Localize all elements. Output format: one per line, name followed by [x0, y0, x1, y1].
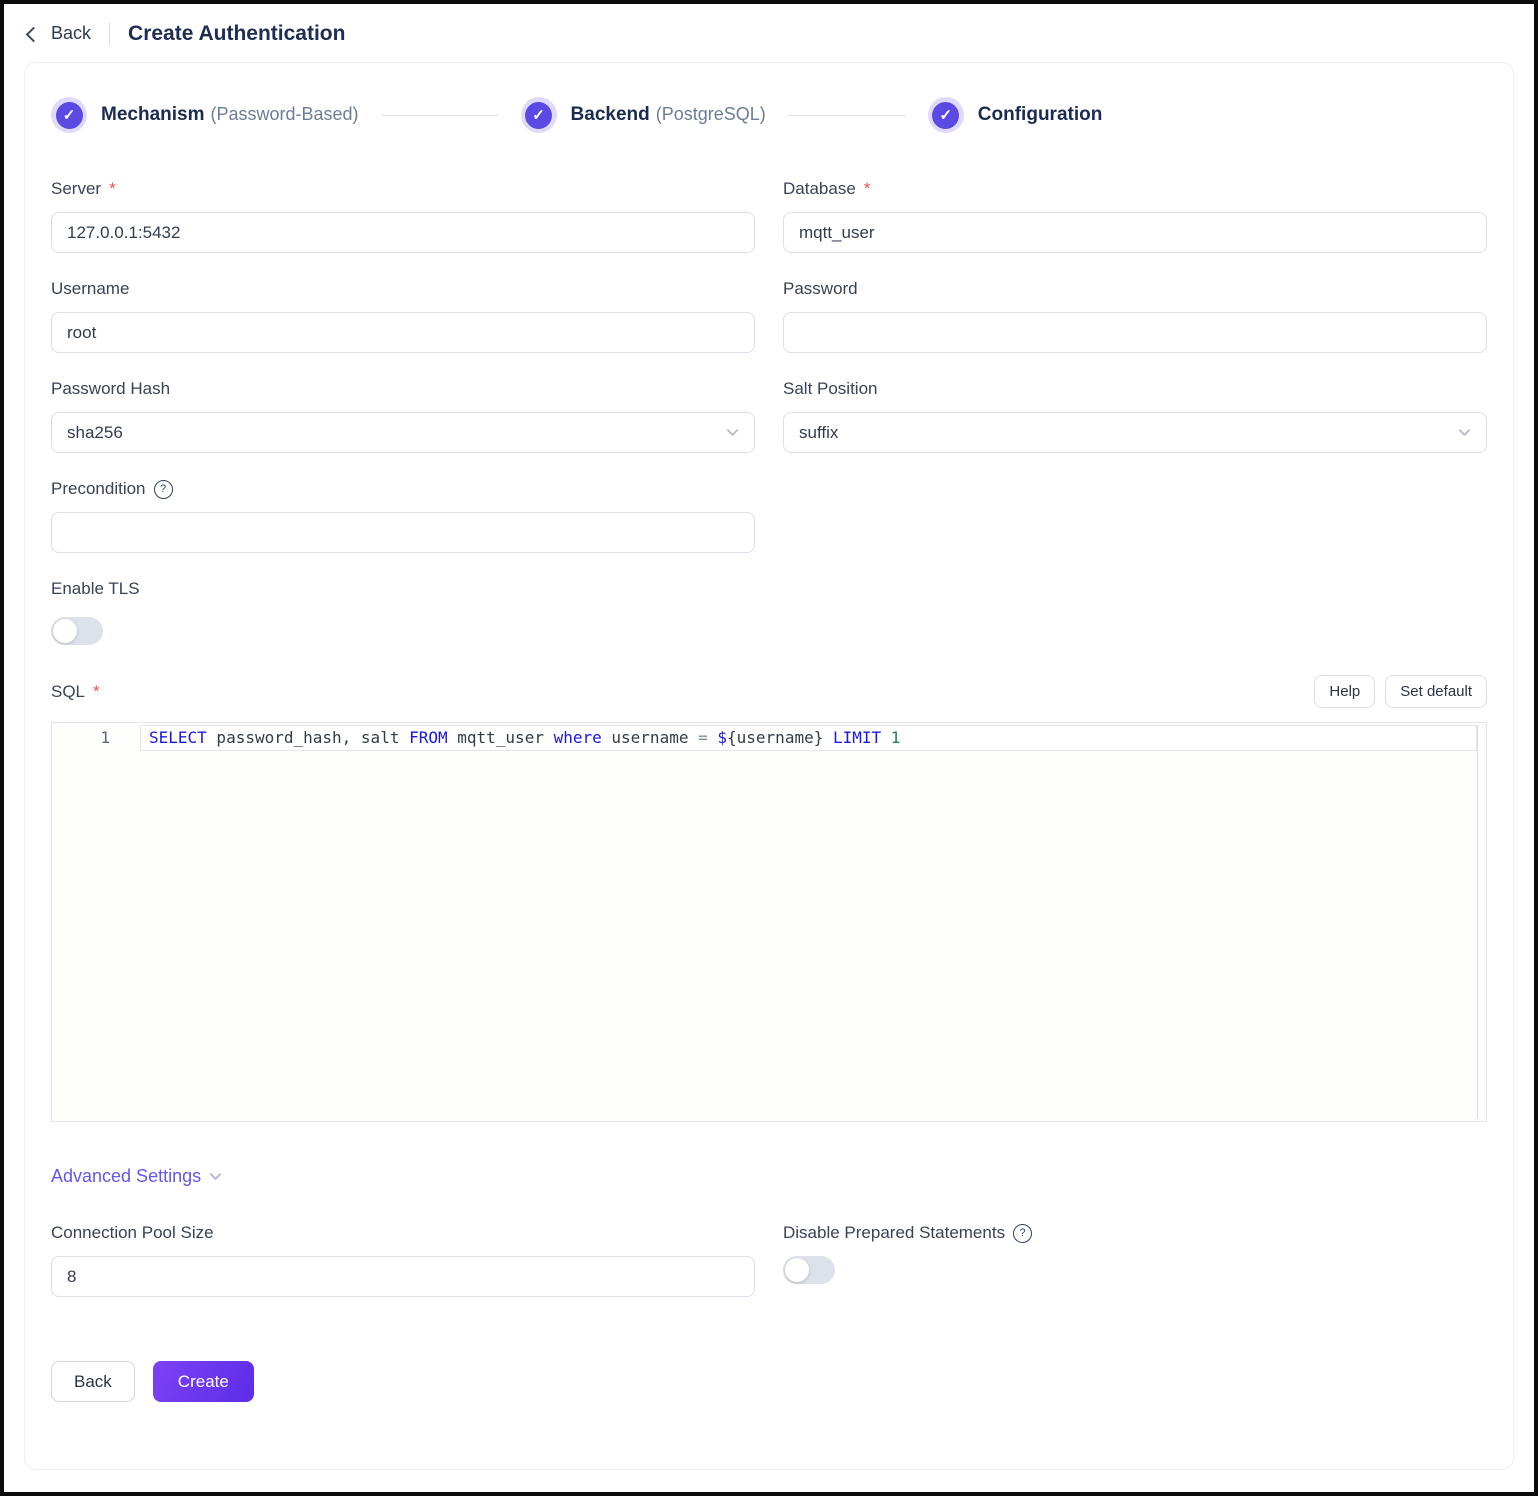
- server-input[interactable]: [51, 212, 755, 253]
- step-mechanism-sub: (Password-Based): [210, 104, 358, 124]
- line-number: 1: [100, 728, 110, 747]
- password-input[interactable]: [783, 312, 1487, 353]
- toggle-knob: [785, 1258, 809, 1282]
- step-configuration: ✓ Configuration: [928, 97, 1103, 133]
- back-button[interactable]: Back: [51, 1361, 135, 1402]
- question-icon[interactable]: ?: [154, 480, 173, 499]
- disable-prepared-statements-label: Disable Prepared Statements: [783, 1223, 1005, 1243]
- salt-position-label: Salt Position: [783, 379, 878, 399]
- sql-code-line: SELECT password_hash, salt FROM mqtt_use…: [140, 725, 1477, 751]
- chevron-left-icon: [26, 26, 42, 42]
- step-backend-label: Backend: [571, 104, 650, 125]
- required-asterisk: *: [93, 682, 100, 702]
- create-button[interactable]: Create: [153, 1361, 254, 1402]
- question-icon[interactable]: ?: [1013, 1224, 1032, 1243]
- step-mechanism: ✓ Mechanism (Password-Based): [51, 97, 359, 133]
- stepper: ✓ Mechanism (Password-Based) ✓ Backend (Po…: [51, 97, 1487, 133]
- sql-code-editor[interactable]: 1 SELECT password_hash, salt FROM mqtt_u…: [51, 722, 1487, 1122]
- chevron-down-icon: [1458, 426, 1471, 439]
- required-asterisk: *: [109, 179, 116, 199]
- required-asterisk: *: [864, 179, 871, 199]
- top-bar: Back Create Authentication: [4, 4, 1534, 58]
- salt-position-field-group: Salt Position suffix: [783, 379, 1487, 453]
- back-nav[interactable]: Back: [28, 23, 91, 44]
- password-hash-select[interactable]: sha256: [51, 412, 755, 453]
- create-authentication-card: ✓ Mechanism (Password-Based) ✓ Backend (Po…: [24, 62, 1514, 1470]
- connection-pool-size-input[interactable]: [51, 1256, 755, 1297]
- advanced-settings-toggle[interactable]: Advanced Settings: [51, 1166, 222, 1187]
- step-mechanism-label: Mechanism: [101, 104, 204, 125]
- salt-position-value: suffix: [799, 423, 838, 443]
- precondition-input[interactable]: [51, 512, 755, 553]
- password-label: Password: [783, 279, 858, 299]
- advanced-settings-label: Advanced Settings: [51, 1166, 201, 1187]
- password-hash-field-group: Password Hash sha256: [51, 379, 755, 453]
- password-hash-value: sha256: [67, 423, 123, 443]
- password-field-group: Password: [783, 279, 1487, 353]
- page-title: Create Authentication: [128, 22, 345, 46]
- username-field-group: Username: [51, 279, 755, 353]
- disable-prepared-statements-toggle[interactable]: [783, 1256, 835, 1284]
- enable-tls-label: Enable TLS: [51, 579, 140, 599]
- stepper-connector: [381, 115, 499, 116]
- step-configuration-label: Configuration: [978, 104, 1103, 125]
- server-label: Server: [51, 179, 101, 199]
- username-label: Username: [51, 279, 129, 299]
- precondition-field-group: Precondition ?: [51, 479, 755, 553]
- sql-label: SQL: [51, 682, 85, 702]
- sql-section-header: SQL * Help Set default: [51, 675, 1487, 708]
- help-button[interactable]: Help: [1314, 675, 1375, 708]
- check-circle-icon: ✓: [51, 97, 87, 133]
- enable-tls-field-group: Enable TLS: [51, 579, 1487, 645]
- connection-pool-size-label: Connection Pool Size: [51, 1223, 214, 1243]
- toggle-knob: [53, 619, 77, 643]
- check-circle-icon: ✓: [928, 97, 964, 133]
- database-input[interactable]: [783, 212, 1487, 253]
- editor-gutter: 1: [52, 723, 140, 1121]
- editor-scrollbar[interactable]: [1477, 725, 1478, 1119]
- salt-position-select[interactable]: suffix: [783, 412, 1487, 453]
- connection-pool-size-field-group: Connection Pool Size: [51, 1223, 755, 1297]
- username-input[interactable]: [51, 312, 755, 353]
- chevron-down-icon: [726, 426, 739, 439]
- back-nav-label[interactable]: Back: [51, 23, 91, 44]
- check-circle-icon: ✓: [521, 97, 557, 133]
- enable-tls-toggle[interactable]: [51, 617, 103, 645]
- set-default-button[interactable]: Set default: [1385, 675, 1487, 708]
- title-divider: [109, 23, 110, 45]
- server-field-group: Server *: [51, 179, 755, 253]
- database-label: Database: [783, 179, 856, 199]
- step-backend: ✓ Backend (PostgreSQL): [521, 97, 766, 133]
- chevron-down-icon: [209, 1170, 222, 1183]
- disable-prepared-statements-field-group: Disable Prepared Statements ?: [783, 1223, 1487, 1297]
- precondition-label: Precondition: [51, 479, 146, 499]
- stepper-connector: [788, 115, 906, 116]
- password-hash-label: Password Hash: [51, 379, 170, 399]
- database-field-group: Database *: [783, 179, 1487, 253]
- step-backend-sub: (PostgreSQL): [656, 104, 766, 124]
- footer-actions: Back Create: [51, 1361, 1487, 1402]
